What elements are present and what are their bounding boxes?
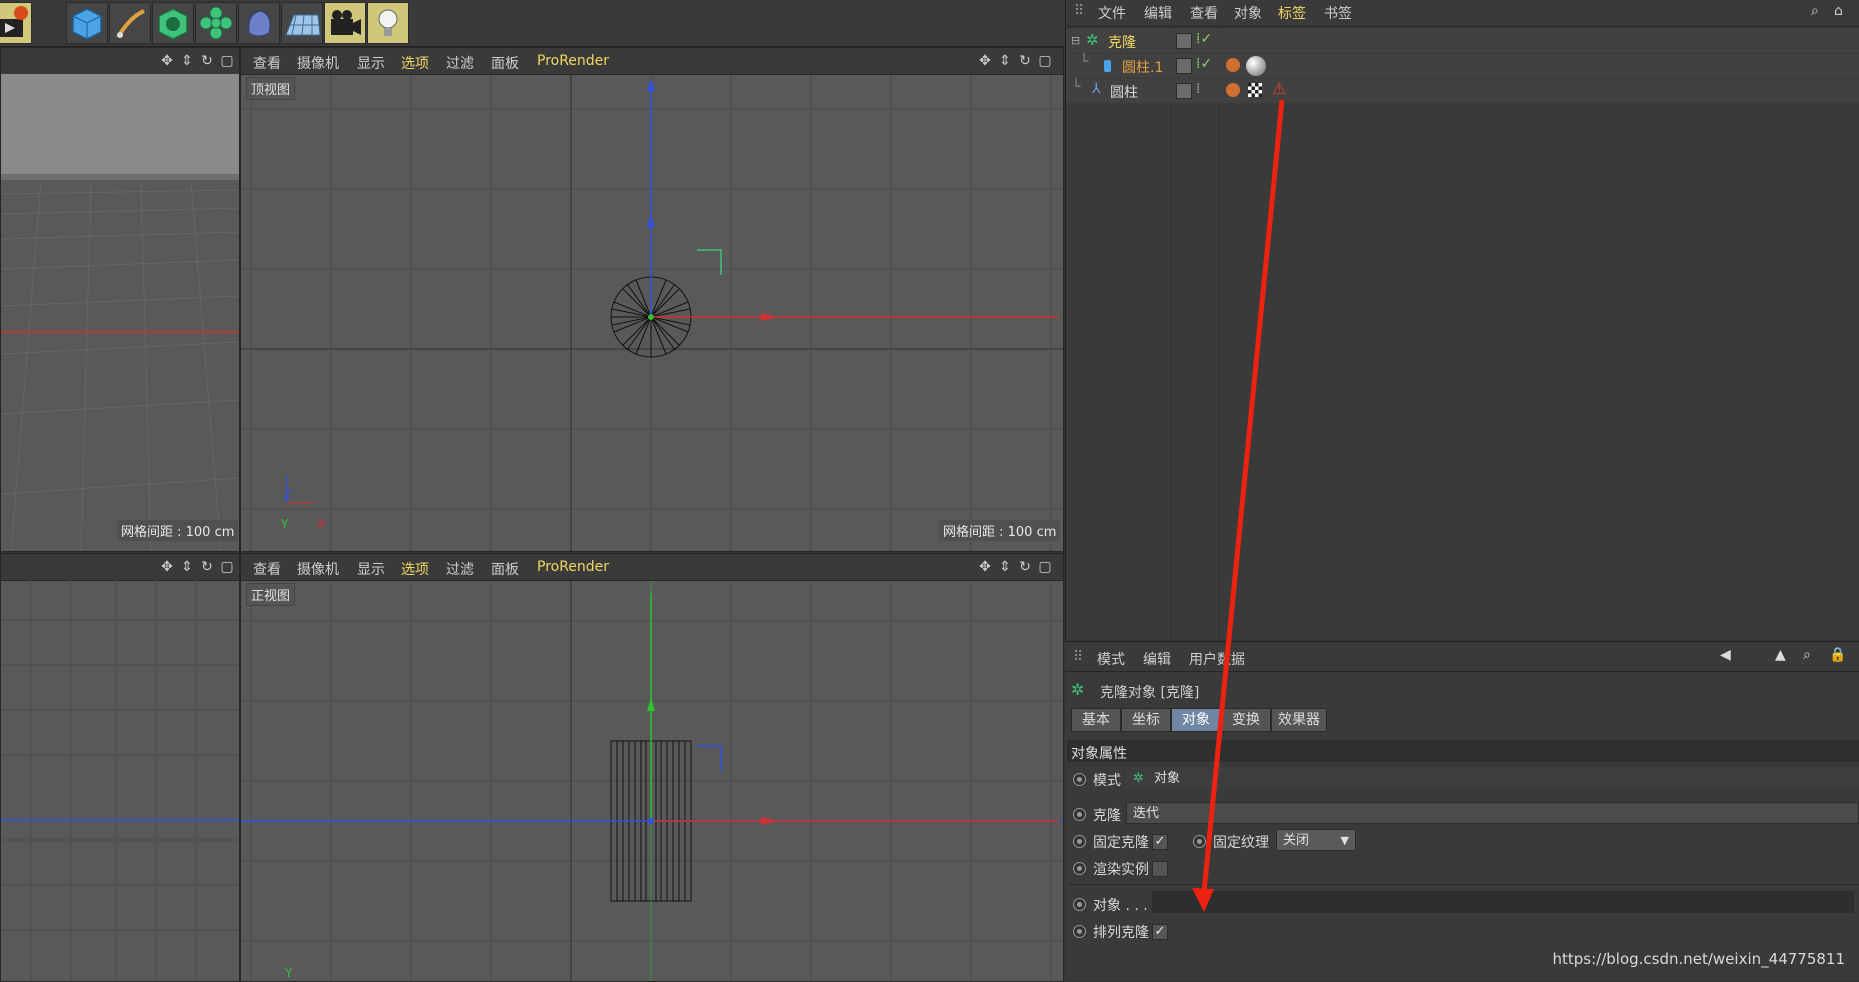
annotation-arrow <box>1192 99 1285 912</box>
watermark: https://blog.csdn.net/weixin_44775811 <box>1552 950 1845 968</box>
